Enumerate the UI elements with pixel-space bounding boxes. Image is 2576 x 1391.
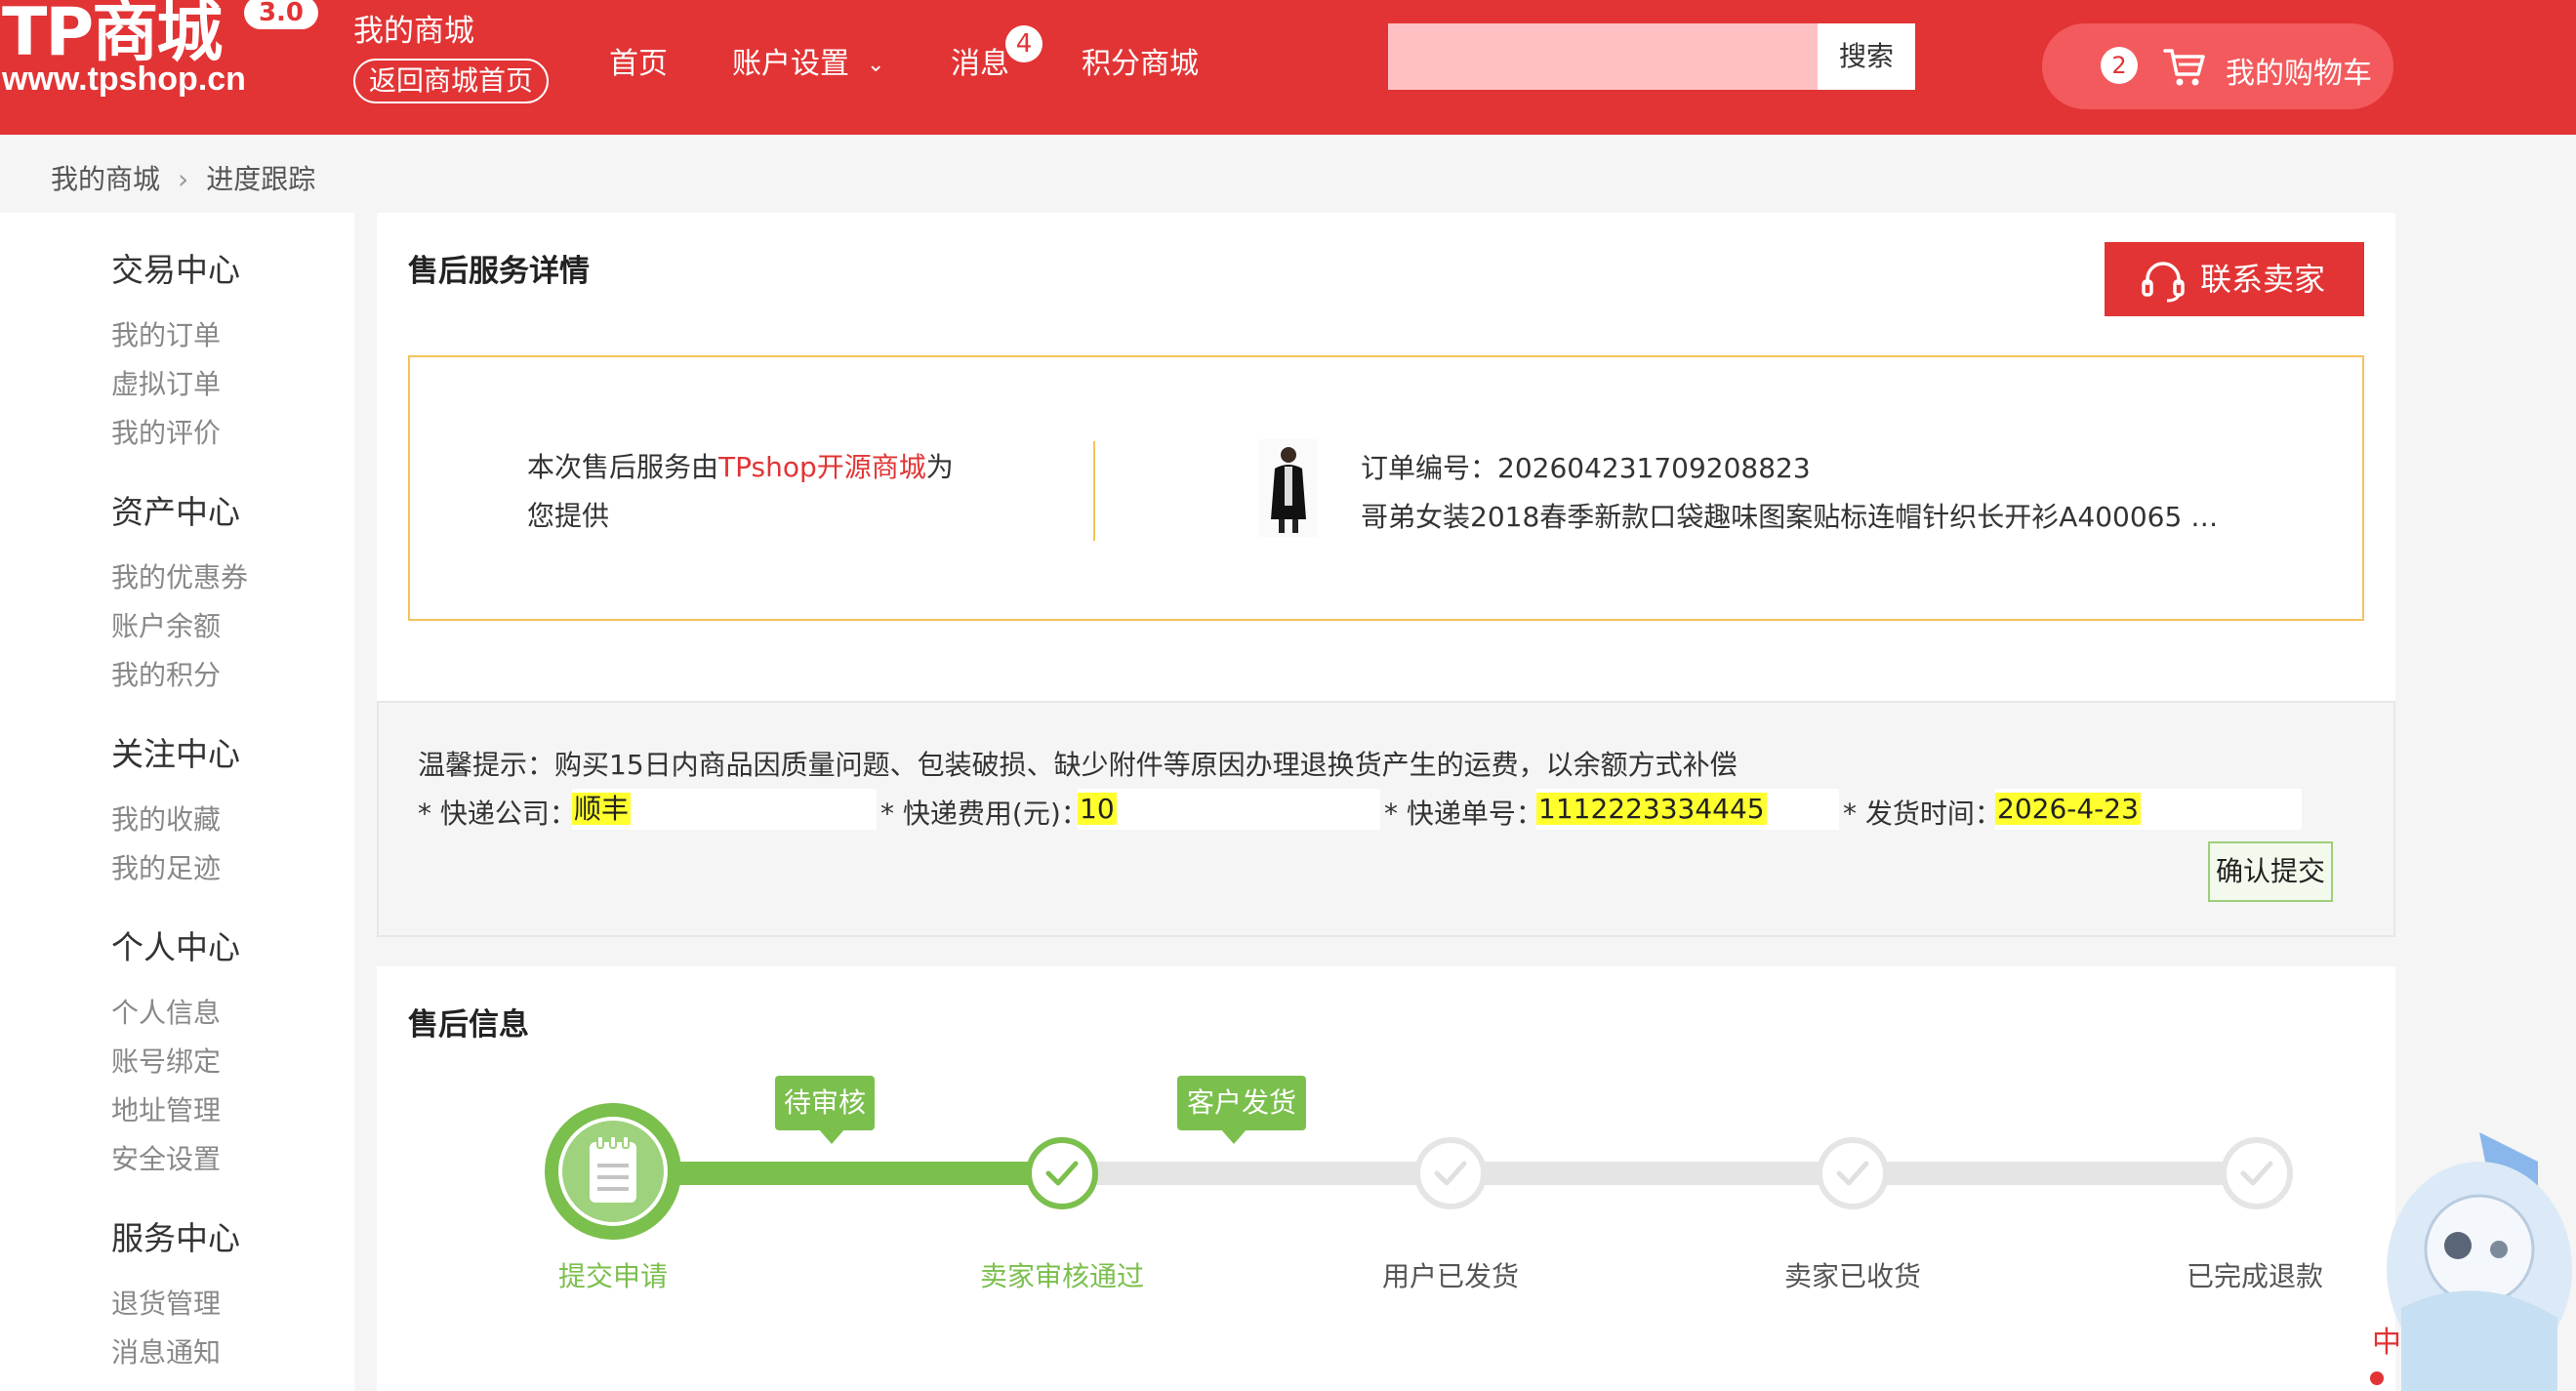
ship-date-value: 2026-4-23 — [1995, 793, 2141, 825]
courier-company-value: 顺丰 — [572, 793, 632, 825]
shipping-fee-input[interactable]: 10 — [1078, 789, 1380, 830]
sidebar-item-footprints[interactable]: 我的足迹 — [111, 847, 221, 886]
progress-line-pending — [1062, 1162, 2257, 1185]
service-detail-title: 售后服务详情 — [408, 254, 590, 289]
sidebar: 交易中心 我的订单 虚拟订单 我的评价 资产中心 我的优惠券 账户余额 我的积分… — [0, 213, 354, 1391]
sidebar-item-account-binding[interactable]: 账号绑定 — [111, 1041, 221, 1080]
check-pending-icon — [1817, 1137, 1889, 1209]
nav-messages[interactable]: 消息 — [951, 39, 1009, 82]
cart-count-badge: 2 — [2101, 47, 2138, 84]
ship-date-input[interactable]: 2026-4-23 — [1995, 789, 2302, 830]
breadcrumb-my-mall[interactable]: 我的商城 — [51, 163, 160, 195]
tracking-number-input[interactable]: 1112223334445 — [1536, 789, 1839, 830]
sidebar-item-balance[interactable]: 账户余额 — [111, 605, 221, 644]
tracking-number-value: 1112223334445 — [1536, 793, 1767, 825]
sidebar-item-points[interactable]: 我的积分 — [111, 654, 221, 693]
check-done-icon — [1026, 1137, 1098, 1209]
search-button[interactable]: 搜索 — [1818, 23, 1915, 90]
aftersale-info-title: 售后信息 — [408, 1007, 529, 1043]
ship-date-label: * 发货时间： — [1843, 798, 2002, 830]
nav-points-mall[interactable]: 积分商城 — [1082, 39, 1199, 82]
assistant-mascot-icon[interactable]: 中 — [2343, 1123, 2576, 1391]
sidebar-group-personal: 个人中心 — [111, 928, 240, 966]
cart-label: 我的购物车 — [2226, 57, 2372, 91]
check-pending-icon — [2221, 1137, 2293, 1209]
step-refund-completed: 已完成退款 — [2187, 1260, 2324, 1292]
sidebar-group-assets: 资产中心 — [111, 493, 240, 531]
service-provider-text: 本次售后服务由TPshop开源商城为您提供 — [527, 443, 957, 541]
check-pending-icon — [1414, 1137, 1487, 1209]
svg-text:中: 中 — [2372, 1326, 2401, 1360]
order-number-label: 订单编号： — [1361, 452, 1498, 484]
divider — [1093, 441, 1095, 541]
logo-url: www.tpshop.cn — [2, 61, 246, 98]
site-logo[interactable]: TP商城 3.0 www.tpshop.cn — [0, 0, 322, 123]
tracking-number-label: * 快递单号： — [1384, 798, 1543, 830]
version-badge: 3.0 — [244, 0, 318, 29]
sidebar-group-service: 服务中心 — [111, 1219, 240, 1257]
sidebar-item-coupons[interactable]: 我的优惠券 — [111, 556, 248, 595]
step-user-shipped: 用户已发货 — [1382, 1260, 1520, 1292]
breadcrumb-progress: 进度跟踪 — [206, 163, 316, 195]
shopping-cart-icon — [2163, 49, 2205, 86]
sidebar-item-favorites[interactable]: 我的收藏 — [111, 798, 221, 838]
tip-label: 温馨提示： — [418, 749, 555, 781]
order-number: 订单编号：202604231709208823 — [1361, 447, 1811, 486]
status-tag-pending-review: 待审核 — [775, 1076, 875, 1144]
provider-prefix: 本次售后服务由 — [527, 451, 719, 483]
sidebar-item-my-reviews[interactable]: 我的评价 — [111, 412, 221, 451]
step-submitted: 提交申请 — [558, 1260, 669, 1292]
headset-icon — [2142, 262, 2185, 303]
courier-company-label: * 快递公司： — [418, 798, 577, 830]
step-seller-received: 卖家已收货 — [1784, 1260, 1922, 1292]
sidebar-item-my-orders[interactable]: 我的订单 — [111, 314, 221, 353]
shipping-tip: 温馨提示：购买15日内商品因质量问题、包装破损、缺少附件等原因办理退换货产生的运… — [418, 744, 1738, 783]
step-seller-approved: 卖家审核通过 — [980, 1260, 1145, 1292]
shipping-fee-value: 10 — [1078, 793, 1117, 825]
sidebar-item-notifications[interactable]: 消息通知 — [111, 1331, 221, 1371]
my-mall-title: 我的商城 — [353, 14, 474, 49]
status-tag-customer-ship: 客户发货 — [1177, 1076, 1306, 1144]
messages-count-badge: 4 — [1005, 25, 1043, 62]
confirm-submit-button[interactable]: 确认提交 — [2208, 841, 2333, 902]
goods-name[interactable]: 哥弟女装2018春季新款口袋趣味图案贴标连帽针织长开衫A400065 … — [1361, 496, 2220, 535]
product-thumbnail[interactable] — [1259, 439, 1318, 537]
search-input[interactable] — [1388, 23, 1818, 90]
sidebar-item-profile[interactable]: 个人信息 — [111, 992, 221, 1031]
sidebar-item-address[interactable]: 地址管理 — [111, 1089, 221, 1128]
sidebar-group-trade: 交易中心 — [111, 251, 240, 289]
tip-text: 购买15日内商品因质量问题、包装破损、缺少附件等原因办理退换货产生的运费，以余额… — [554, 749, 1738, 781]
nav-account-settings[interactable]: 账户设置 ⌄ — [732, 39, 884, 82]
breadcrumb: 我的商城 › 进度跟踪 — [51, 158, 315, 197]
chevron-right-icon: › — [178, 163, 189, 195]
sidebar-group-follow: 关注中心 — [111, 735, 240, 773]
courier-company-input[interactable]: 顺丰 — [572, 789, 877, 830]
shipping-fee-label: * 快递费用(元)： — [880, 798, 1088, 830]
order-info-box: 本次售后服务由TPshop开源商城为您提供 订单编号：2026042317092… — [408, 355, 2364, 621]
back-home-button[interactable]: 返回商城首页 — [353, 59, 549, 103]
cart-button[interactable]: 2 我的购物车 — [2042, 23, 2393, 109]
nav-account-label: 账户设置 — [732, 47, 849, 81]
clipboard-icon — [545, 1103, 681, 1240]
sidebar-item-security[interactable]: 安全设置 — [111, 1138, 221, 1177]
sidebar-item-virtual-orders[interactable]: 虚拟订单 — [111, 363, 221, 402]
shipping-form: 温馨提示：购买15日内商品因质量问题、包装破损、缺少附件等原因办理退换货产生的运… — [377, 701, 2395, 937]
sidebar-item-returns[interactable]: 退货管理 — [111, 1283, 221, 1322]
contact-seller-button[interactable]: 联系卖家 — [2105, 242, 2364, 316]
order-number-value: 202604231709208823 — [1497, 452, 1811, 484]
provider-name-link[interactable]: TPshop开源商城 — [718, 451, 926, 483]
top-header: TP商城 3.0 www.tpshop.cn 我的商城 返回商城首页 首页 账户… — [0, 0, 2576, 135]
nav-home[interactable]: 首页 — [609, 39, 668, 82]
contact-seller-label: 联系卖家 — [2200, 261, 2326, 298]
chevron-down-icon: ⌄ — [867, 53, 885, 77]
